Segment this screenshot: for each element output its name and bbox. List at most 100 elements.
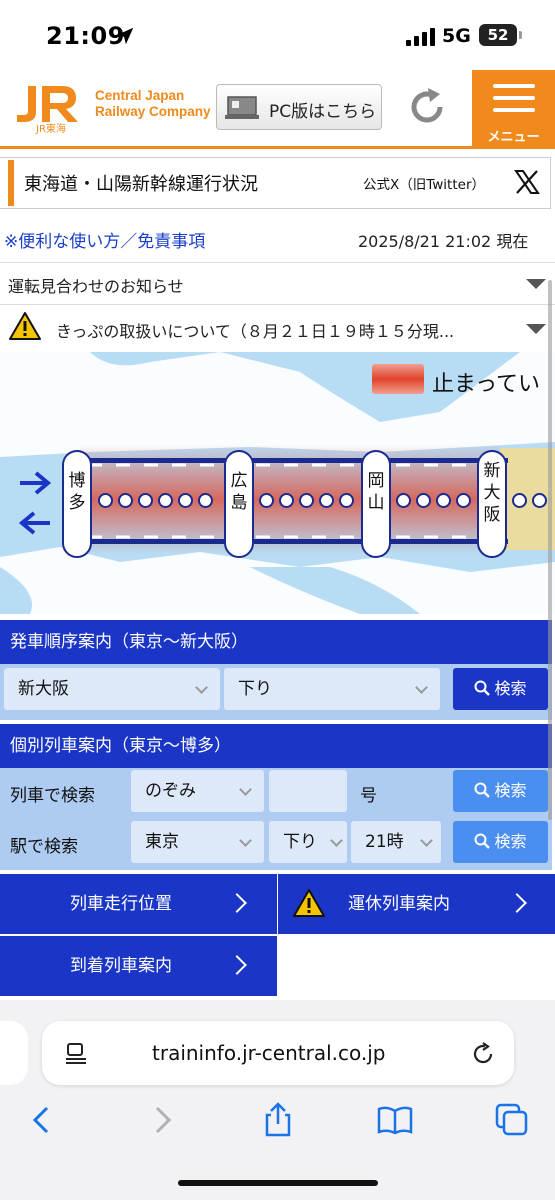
jr-central-logo[interactable]: JR東海 [12, 82, 87, 134]
arrival-info-button[interactable]: 到着列車案内 [0, 936, 277, 996]
stops-east-of-shinosaka [512, 493, 547, 513]
home-indicator [178, 1180, 378, 1186]
notice-row-ticket[interactable]: きっぷの取扱いについて（８月２１日１９時１５分現... [0, 304, 555, 350]
address-bar[interactable]: traininfo.jr-central.co.jp [42, 1021, 514, 1085]
stop-dot [158, 493, 173, 508]
forward-icon[interactable] [142, 1100, 182, 1140]
stop-dot [456, 493, 471, 508]
reader-mode-icon[interactable] [64, 1041, 88, 1065]
search-by-train-label: 列車で検索 [10, 786, 95, 806]
legend-stopped-label: 止まってい [432, 372, 541, 397]
train-position-button[interactable]: 列車走行位置 [0, 874, 277, 934]
share-icon[interactable] [258, 1100, 298, 1140]
notice-suspension-text: 運転見合わせのお知らせ [8, 277, 184, 296]
station-search-button[interactable]: 検索 [453, 821, 548, 863]
station-okayama[interactable]: 岡 山 [361, 450, 391, 558]
train-name-select[interactable]: のぞみ [131, 770, 264, 812]
stops-hakata-hiroshima [98, 493, 213, 513]
departure-station-select[interactable]: 新大阪 [4, 668, 220, 710]
previous-tab-preview[interactable] [0, 1021, 28, 1085]
hour-select[interactable]: 21時 [351, 821, 441, 863]
station-hiroshima[interactable]: 広 島 [224, 450, 254, 558]
location-arrow-icon [116, 27, 134, 45]
stop-dot [532, 493, 547, 508]
tabs-icon[interactable] [492, 1100, 532, 1140]
stop-dot [339, 493, 354, 508]
expand-triangle-icon [526, 324, 546, 334]
stop-dot [416, 493, 431, 508]
station-char: 山 [367, 493, 385, 513]
menu-button[interactable]: メニュー [472, 70, 555, 148]
route-map[interactable]: 博 多 広 島 岡 山 新 大 阪 止まってい [0, 352, 555, 614]
search-icon [474, 833, 491, 849]
search-icon [474, 782, 491, 798]
back-icon[interactable] [22, 1100, 62, 1140]
stop-dot [118, 493, 133, 508]
stop-dot [98, 493, 113, 508]
stops-hiroshima-okayama [259, 493, 354, 513]
chevron-right-icon [227, 955, 247, 975]
chevron-right-icon [227, 893, 247, 913]
departure-order-heading: 発車順序案内（東京〜新大阪） [0, 620, 552, 664]
stop-dot [512, 493, 527, 508]
search-label: 検索 [494, 781, 527, 800]
scrollbar[interactable] [548, 280, 552, 820]
chevron-down-icon [195, 681, 208, 694]
help-disclaimer-link[interactable]: ※便利な使い方／免責事項 [4, 227, 205, 252]
url-text: traininfo.jr-central.co.jp [152, 1041, 386, 1065]
status-bar: 21:09 5G 52 [0, 0, 555, 70]
stops-okayama-shinosaka [396, 493, 471, 513]
pc-version-label: PC版はこちら [269, 102, 377, 122]
reload-icon[interactable] [404, 84, 450, 130]
chevron-right-icon [507, 893, 527, 913]
pc-version-button[interactable]: PC版はこちら [216, 84, 382, 130]
battery-icon: 52 [479, 24, 517, 46]
page-title: 東海道・山陽新幹線運行状況 [24, 174, 258, 195]
departure-direction-select[interactable]: 下り [224, 668, 440, 710]
stop-dot [138, 493, 153, 508]
station-char: 新 [483, 461, 501, 481]
cellular-signal-icon [406, 28, 436, 46]
train-number-input[interactable] [269, 770, 347, 812]
search-icon [474, 680, 491, 696]
x-logo-icon[interactable] [514, 169, 540, 195]
search-label: 検索 [494, 679, 527, 698]
bookmarks-icon[interactable] [375, 1100, 415, 1140]
station-select[interactable]: 東京 [131, 821, 264, 863]
chevron-down-icon [239, 834, 252, 847]
station-char: 多 [68, 493, 86, 513]
number-suffix-label: 号 [360, 786, 377, 806]
stop-dot [436, 493, 451, 508]
chevron-down-icon [239, 783, 252, 796]
stop-dot [319, 493, 334, 508]
station-value: 東京 [145, 832, 179, 852]
station-hakata[interactable]: 博 多 [62, 450, 92, 558]
company-line-2: Railway Company [95, 104, 211, 119]
station-char: 広 [230, 471, 248, 491]
company-name: Central Japan Railway Company [95, 88, 211, 120]
network-type: 5G [442, 25, 471, 47]
train-search-button[interactable]: 検索 [453, 770, 548, 812]
direction-value: 下り [283, 832, 317, 852]
chevron-down-icon [330, 834, 343, 847]
chevron-down-icon [420, 834, 433, 847]
station-shin-osaka[interactable]: 新 大 阪 [477, 450, 507, 558]
stop-dot [299, 493, 314, 508]
notice-ticket-text: きっぷの取扱いについて（８月２１日１９時１５分現... [56, 322, 455, 341]
direction-select[interactable]: 下り [269, 821, 347, 863]
stop-dot [198, 493, 213, 508]
pc-monitor-icon [225, 96, 259, 119]
warning-icon [293, 889, 325, 917]
train-name-value: のぞみ [145, 781, 196, 801]
cancelled-trains-button[interactable]: 運休列車案内 [278, 874, 555, 934]
updated-timestamp: 2025/8/21 21:02 現在 [358, 232, 529, 251]
official-x-label[interactable]: 公式X（旧Twitter） [363, 173, 485, 193]
expand-triangle-icon [526, 279, 546, 289]
departure-search-button[interactable]: 検索 [453, 668, 548, 710]
cancelled-trains-label: 運休列車案内 [348, 894, 450, 914]
notice-row-suspension[interactable]: 運転見合わせのお知らせ [0, 262, 555, 302]
reload-icon[interactable] [470, 1041, 496, 1067]
station-char: 博 [68, 471, 86, 491]
station-char: 岡 [367, 471, 385, 491]
legend-stopped-swatch [372, 364, 424, 394]
